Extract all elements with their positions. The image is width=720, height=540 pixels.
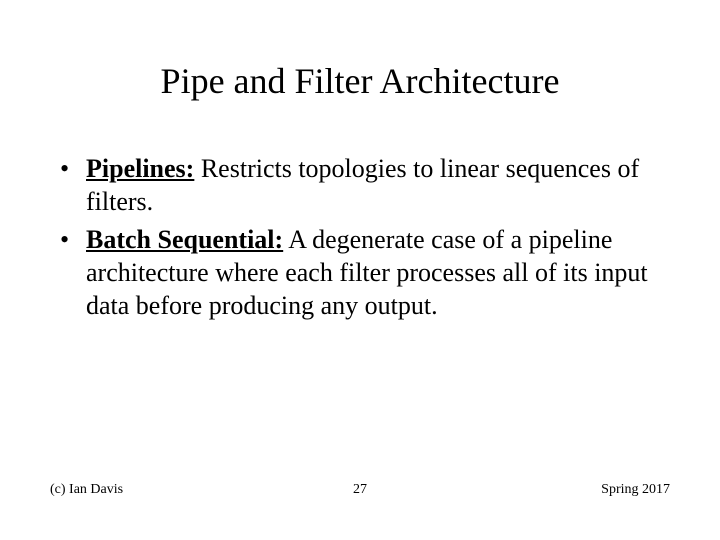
slide-footer: (c) Ian Davis 27 Spring 2017 [0,482,720,498]
list-item: Pipelines: Restricts topologies to linea… [86,152,670,219]
slide-title: Pipe and Filter Architecture [50,60,670,102]
bullet-list: Pipelines: Restricts topologies to linea… [50,152,670,322]
bullet-term: Batch Sequential: [86,225,283,254]
footer-left: (c) Ian Davis [50,482,123,498]
footer-page-number: 27 [353,482,367,498]
bullet-term: Pipelines: [86,154,194,183]
footer-right: Spring 2017 [601,482,670,498]
list-item: Batch Sequential: A degenerate case of a… [86,223,670,323]
